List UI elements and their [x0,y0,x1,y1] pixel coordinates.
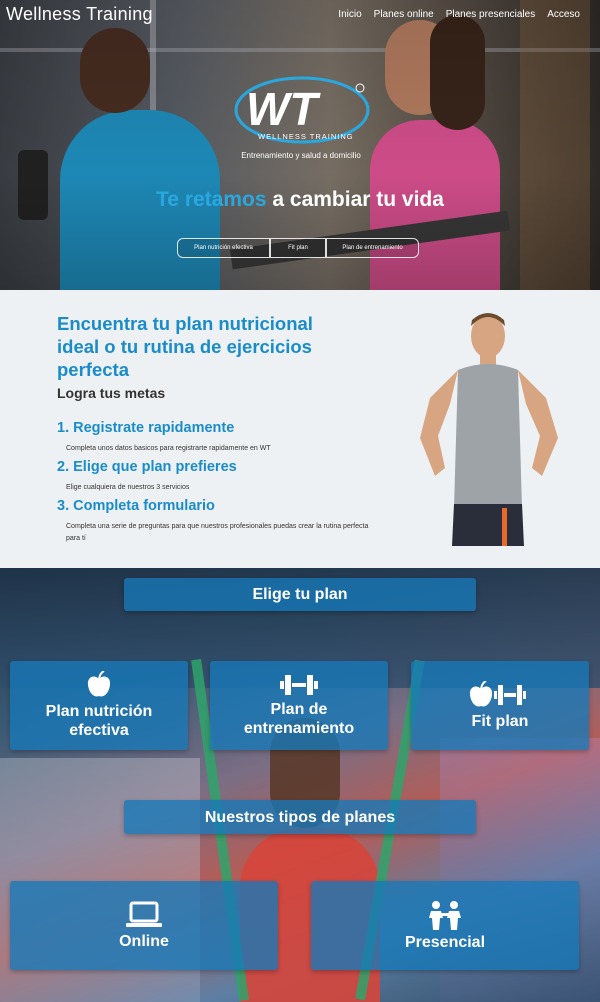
hero-title: Te retamos a cambiar tu vida [0,188,600,212]
info-heading: Encuentra tu plan nutricional ideal o tu… [57,313,313,380]
card-plan-entrenamiento-label: Plan de entrenamiento [243,701,355,737]
plans-section: Elige tu plan Plan nutrición efectiva Pl… [0,568,600,1002]
hero-title-highlight: Te retamos [156,188,267,211]
logo-subtitle: WELLNESS TRAINING [258,132,354,141]
step-2-desc: Elige cualquiera de nuestros 3 servicios [66,484,190,491]
step-1-title: 1. Registrate rapidamente [57,420,235,436]
card-online-label: Online [119,932,169,950]
step-2-title: 2. Elige que plan prefieres [57,459,237,475]
hero-section: Wellness Training Inicio Planes online P… [0,0,600,290]
plan-types-header[interactable]: Nuestros tipos de planes [124,800,476,834]
dumbbell-icon [280,675,318,695]
hero-tagline: Entrenamiento y salud a domicilio [241,151,361,160]
info-section: Encuentra tu plan nutricional ideal o tu… [0,290,600,568]
nav-planes-presenciales[interactable]: Planes presenciales [446,9,536,20]
laptop-icon [126,901,162,927]
people-icon [429,900,461,930]
plan-pills: Plan nutrición efectiva Fit plan Plan de… [177,238,419,258]
card-fit-plan-label: Fit plan [471,712,529,730]
card-plan-entrenamiento[interactable]: Plan de entrenamiento [210,661,388,750]
pill-nutricion[interactable]: Plan nutrición efectiva [177,238,270,258]
step-3-desc: Completa una serie de preguntas para que… [66,523,369,542]
step-1-desc: Completa unos datos basicos para registr… [66,445,271,452]
main-nav: Inicio Planes online Planes presenciales… [338,9,580,20]
info-subheading: Logra tus metas [57,385,166,401]
step-3-title: 3. Completa formulario [57,498,215,514]
brand-title[interactable]: Wellness Training [6,4,153,25]
nav-acceso[interactable]: Acceso [547,9,580,20]
athlete-photo [420,313,558,546]
choose-plan-header[interactable]: Elige tu plan [124,578,476,611]
choose-plan-label: Elige tu plan [252,586,348,603]
nav-planes-online[interactable]: Planes online [374,9,434,20]
card-fit-plan[interactable]: Fit plan [411,661,589,750]
plan-types-label: Nuestros tipos de planes [204,808,396,826]
pill-fit-plan[interactable]: Fit plan [270,238,326,258]
pill-entrenamiento[interactable]: Plan de entrenamiento [326,238,419,258]
hero-title-rest: a cambiar tu vida [272,188,444,211]
card-plan-nutricion-label: Plan nutrición efectiva [45,703,153,739]
card-online[interactable]: Online [10,881,278,970]
wt-logo: WT WELLNESS TRAINING [234,76,370,144]
apple-icon [87,671,111,697]
logo-text: WT [246,83,321,135]
card-presencial-label: Presencial [404,933,486,951]
card-presencial[interactable]: Presencial [311,881,579,970]
apple-dumbbell-icon [469,680,526,706]
nav-inicio[interactable]: Inicio [338,9,361,20]
card-plan-nutricion[interactable]: Plan nutrición efectiva [10,661,188,750]
